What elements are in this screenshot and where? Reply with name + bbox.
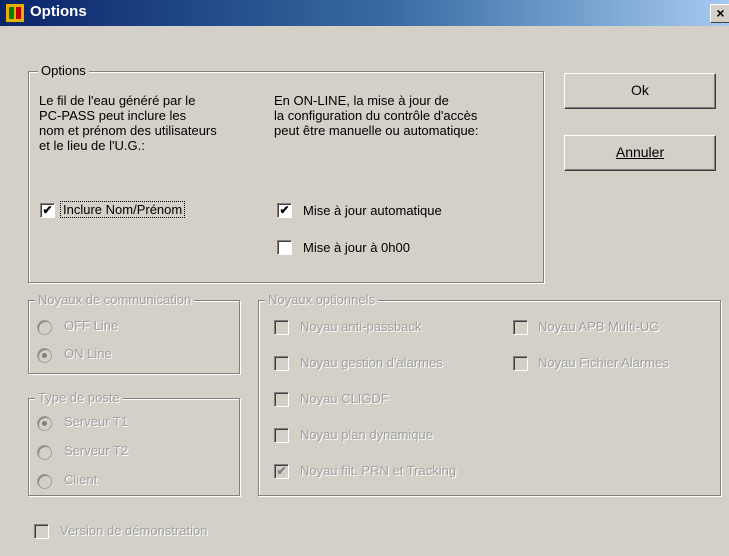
- post-legend: Type de poste: [35, 390, 123, 405]
- anti-passback-checkbox[interactable]: [274, 320, 289, 335]
- options-left-text: Le fil de l'eau généré par le PC-PASS pe…: [39, 93, 217, 153]
- anti-passback-label[interactable]: Noyau anti-passback: [300, 319, 421, 334]
- app-icon: [6, 4, 24, 22]
- demo-label[interactable]: Version de démonstration: [60, 523, 207, 538]
- online-radio[interactable]: [37, 348, 52, 363]
- offline-label[interactable]: OFF Line: [64, 318, 118, 333]
- cancel-button[interactable]: Annuler: [564, 135, 716, 171]
- prn-tracking-checkbox[interactable]: ✔: [274, 464, 289, 479]
- comm-legend: Noyaux de communication: [35, 292, 195, 307]
- options-right-text: En ON-LINE, la mise à jour de la configu…: [274, 93, 479, 138]
- alarm-file-label[interactable]: Noyau Fichier Alarmes: [538, 355, 669, 370]
- demo-checkbox[interactable]: [34, 524, 49, 539]
- window-title: Options: [30, 3, 87, 20]
- ok-button[interactable]: Ok: [564, 73, 716, 109]
- include-name-label[interactable]: Inclure Nom/Prénom: [60, 201, 186, 218]
- include-name-checkbox[interactable]: ✔: [40, 203, 55, 218]
- serveur-t2-radio[interactable]: [37, 445, 52, 460]
- midnight-update-label[interactable]: Mise à jour à 0h00: [303, 240, 410, 255]
- comm-group: [28, 300, 240, 374]
- apb-multi-ug-label[interactable]: Noyau APB Multi-UG: [538, 319, 659, 334]
- cligdf-label[interactable]: Noyau CLIGDF: [300, 391, 389, 406]
- close-icon[interactable]: ×: [710, 4, 729, 23]
- serveur-t1-radio[interactable]: [37, 416, 52, 431]
- apb-multi-ug-checkbox[interactable]: [513, 320, 528, 335]
- alarm-mgmt-label[interactable]: Noyau gestion d'alarmes: [300, 355, 443, 370]
- auto-update-label[interactable]: Mise à jour automatique: [303, 203, 442, 218]
- serveur-t2-label[interactable]: Serveur T2: [64, 443, 128, 458]
- client-radio[interactable]: [37, 474, 52, 489]
- options-legend: Options: [38, 63, 89, 78]
- cligdf-checkbox[interactable]: [274, 392, 289, 407]
- optional-legend: Noyaux optionnels: [265, 292, 378, 307]
- dynamic-plan-checkbox[interactable]: [274, 428, 289, 443]
- alarm-mgmt-checkbox[interactable]: [274, 356, 289, 371]
- dynamic-plan-label[interactable]: Noyau plan dynamique: [300, 427, 433, 442]
- auto-update-checkbox[interactable]: ✔: [277, 203, 292, 218]
- title-bar: [0, 0, 729, 26]
- midnight-update-checkbox[interactable]: [277, 240, 292, 255]
- prn-tracking-label[interactable]: Noyau filt. PRN et Tracking: [300, 463, 456, 478]
- online-label[interactable]: ON Line: [64, 346, 112, 361]
- alarm-file-checkbox[interactable]: [513, 356, 528, 371]
- offline-radio[interactable]: [37, 320, 52, 335]
- post-group: [28, 398, 240, 496]
- client-label[interactable]: Client: [64, 472, 97, 487]
- serveur-t1-label[interactable]: Serveur T1: [64, 414, 128, 429]
- cancel-label: Annuler: [615, 144, 665, 160]
